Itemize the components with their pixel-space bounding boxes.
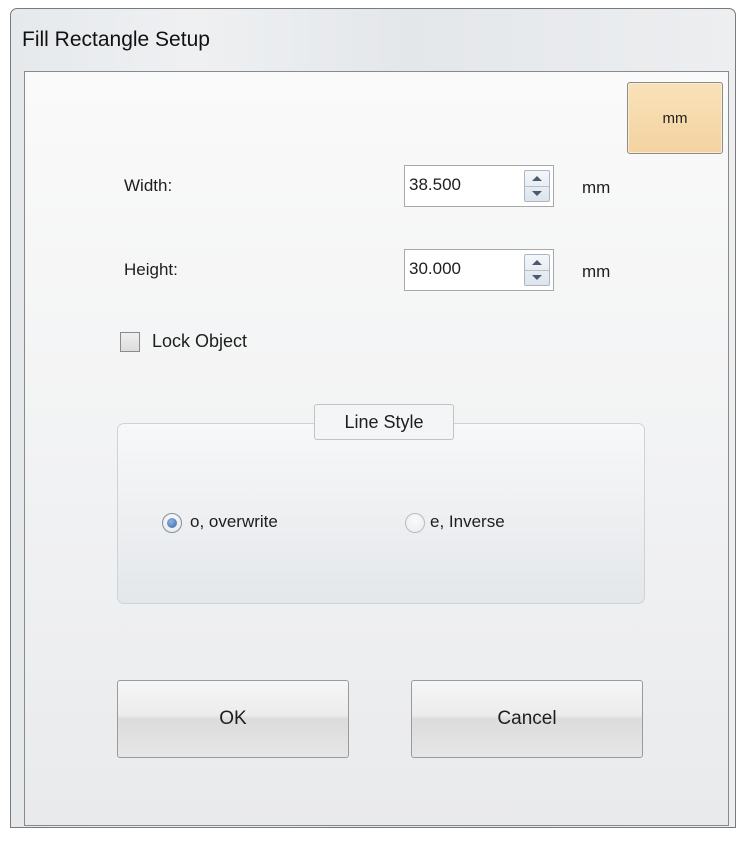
triangle-up-icon — [532, 176, 542, 181]
width-spinbox[interactable] — [404, 165, 554, 207]
height-label: Height: — [124, 260, 178, 279]
width-label: Width: — [124, 176, 173, 195]
overwrite-radio[interactable] — [162, 513, 182, 533]
triangle-up-icon — [532, 260, 542, 265]
inverse-radio-label: e, Inverse — [430, 512, 505, 531]
width-spin-arrows — [524, 170, 550, 202]
triangle-down-icon — [532, 191, 542, 196]
width-increment-button[interactable] — [525, 171, 549, 187]
height-spinbox[interactable] — [404, 249, 554, 291]
width-decrement-button[interactable] — [525, 186, 549, 201]
dialog-title: Fill Rectangle Setup — [22, 28, 210, 51]
lock-object-label: Lock Object — [152, 331, 248, 351]
triangle-down-icon — [532, 275, 542, 280]
lock-object-checkbox[interactable] — [120, 332, 140, 352]
height-input[interactable] — [409, 259, 509, 279]
inverse-radio[interactable] — [405, 513, 425, 533]
cancel-button[interactable]: Cancel — [411, 680, 643, 758]
radio-selected-dot — [167, 518, 177, 528]
line-style-legend: Line Style — [314, 404, 454, 440]
height-decrement-button[interactable] — [525, 270, 549, 285]
overwrite-radio-label: o, overwrite — [190, 512, 278, 531]
height-spin-arrows — [524, 254, 550, 286]
width-input[interactable] — [409, 175, 509, 195]
unit-toggle-button[interactable]: mm — [627, 82, 723, 154]
height-increment-button[interactable] — [525, 255, 549, 271]
height-unit: mm — [582, 262, 611, 281]
width-unit: mm — [582, 178, 611, 197]
ok-button[interactable]: OK — [117, 680, 349, 758]
